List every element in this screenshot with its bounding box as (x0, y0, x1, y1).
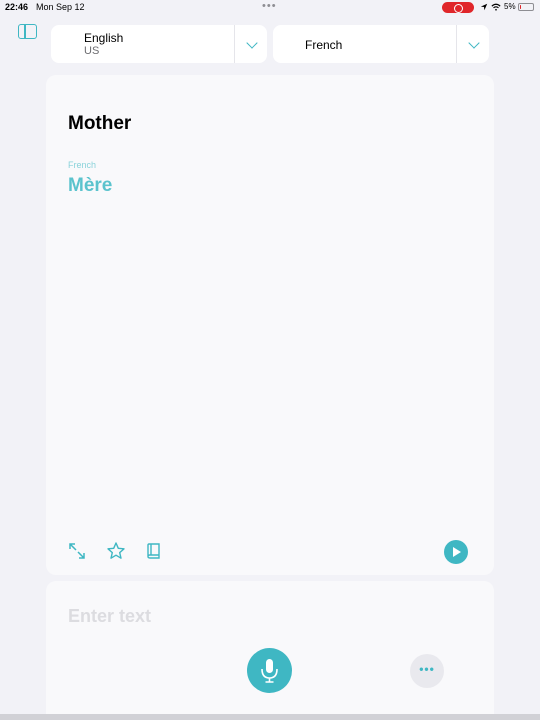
multitasking-dots-icon[interactable]: ••• (262, 0, 277, 12)
status-bar: 22:46 Mon Sep 12 ••• 5% (0, 0, 540, 16)
ellipsis-icon: ••• (419, 662, 435, 676)
location-arrow-icon (480, 3, 488, 10)
more-options-button[interactable]: ••• (410, 654, 444, 688)
battery-icon (518, 3, 534, 11)
book-icon[interactable] (144, 541, 164, 561)
divider (234, 25, 235, 63)
target-language-selector[interactable]: French (273, 25, 489, 63)
wifi-icon (491, 3, 501, 11)
home-indicator (0, 714, 540, 720)
battery-fill (520, 5, 521, 9)
target-language-name: French (305, 38, 343, 52)
microphone-button[interactable] (247, 648, 292, 693)
source-language-region: US (84, 45, 100, 57)
text-input[interactable] (68, 603, 468, 629)
source-text: Mother (68, 113, 132, 134)
microphone-icon (261, 659, 278, 683)
battery-percent: 5% (504, 2, 516, 11)
target-language-label: French (68, 160, 97, 170)
star-icon[interactable] (106, 541, 126, 561)
status-icons: 5% (480, 2, 516, 11)
status-date: Mon Sep 12 (36, 2, 85, 12)
chevron-down-icon[interactable] (246, 37, 258, 49)
chevron-down-icon[interactable] (468, 37, 480, 49)
status-time: 22:46 (5, 2, 29, 12)
source-language-name: English (84, 31, 124, 45)
translated-text: Mère (68, 175, 113, 196)
sidebar-toggle-icon[interactable] (18, 24, 37, 39)
play-button[interactable] (444, 540, 468, 564)
translation-result-card: Mother French Mère (46, 75, 494, 575)
expand-icon[interactable] (67, 541, 87, 561)
source-language-selector[interactable]: English US (51, 25, 267, 63)
divider (456, 25, 457, 63)
screen-recording-icon[interactable] (442, 2, 474, 13)
input-card: ••• (46, 581, 494, 716)
